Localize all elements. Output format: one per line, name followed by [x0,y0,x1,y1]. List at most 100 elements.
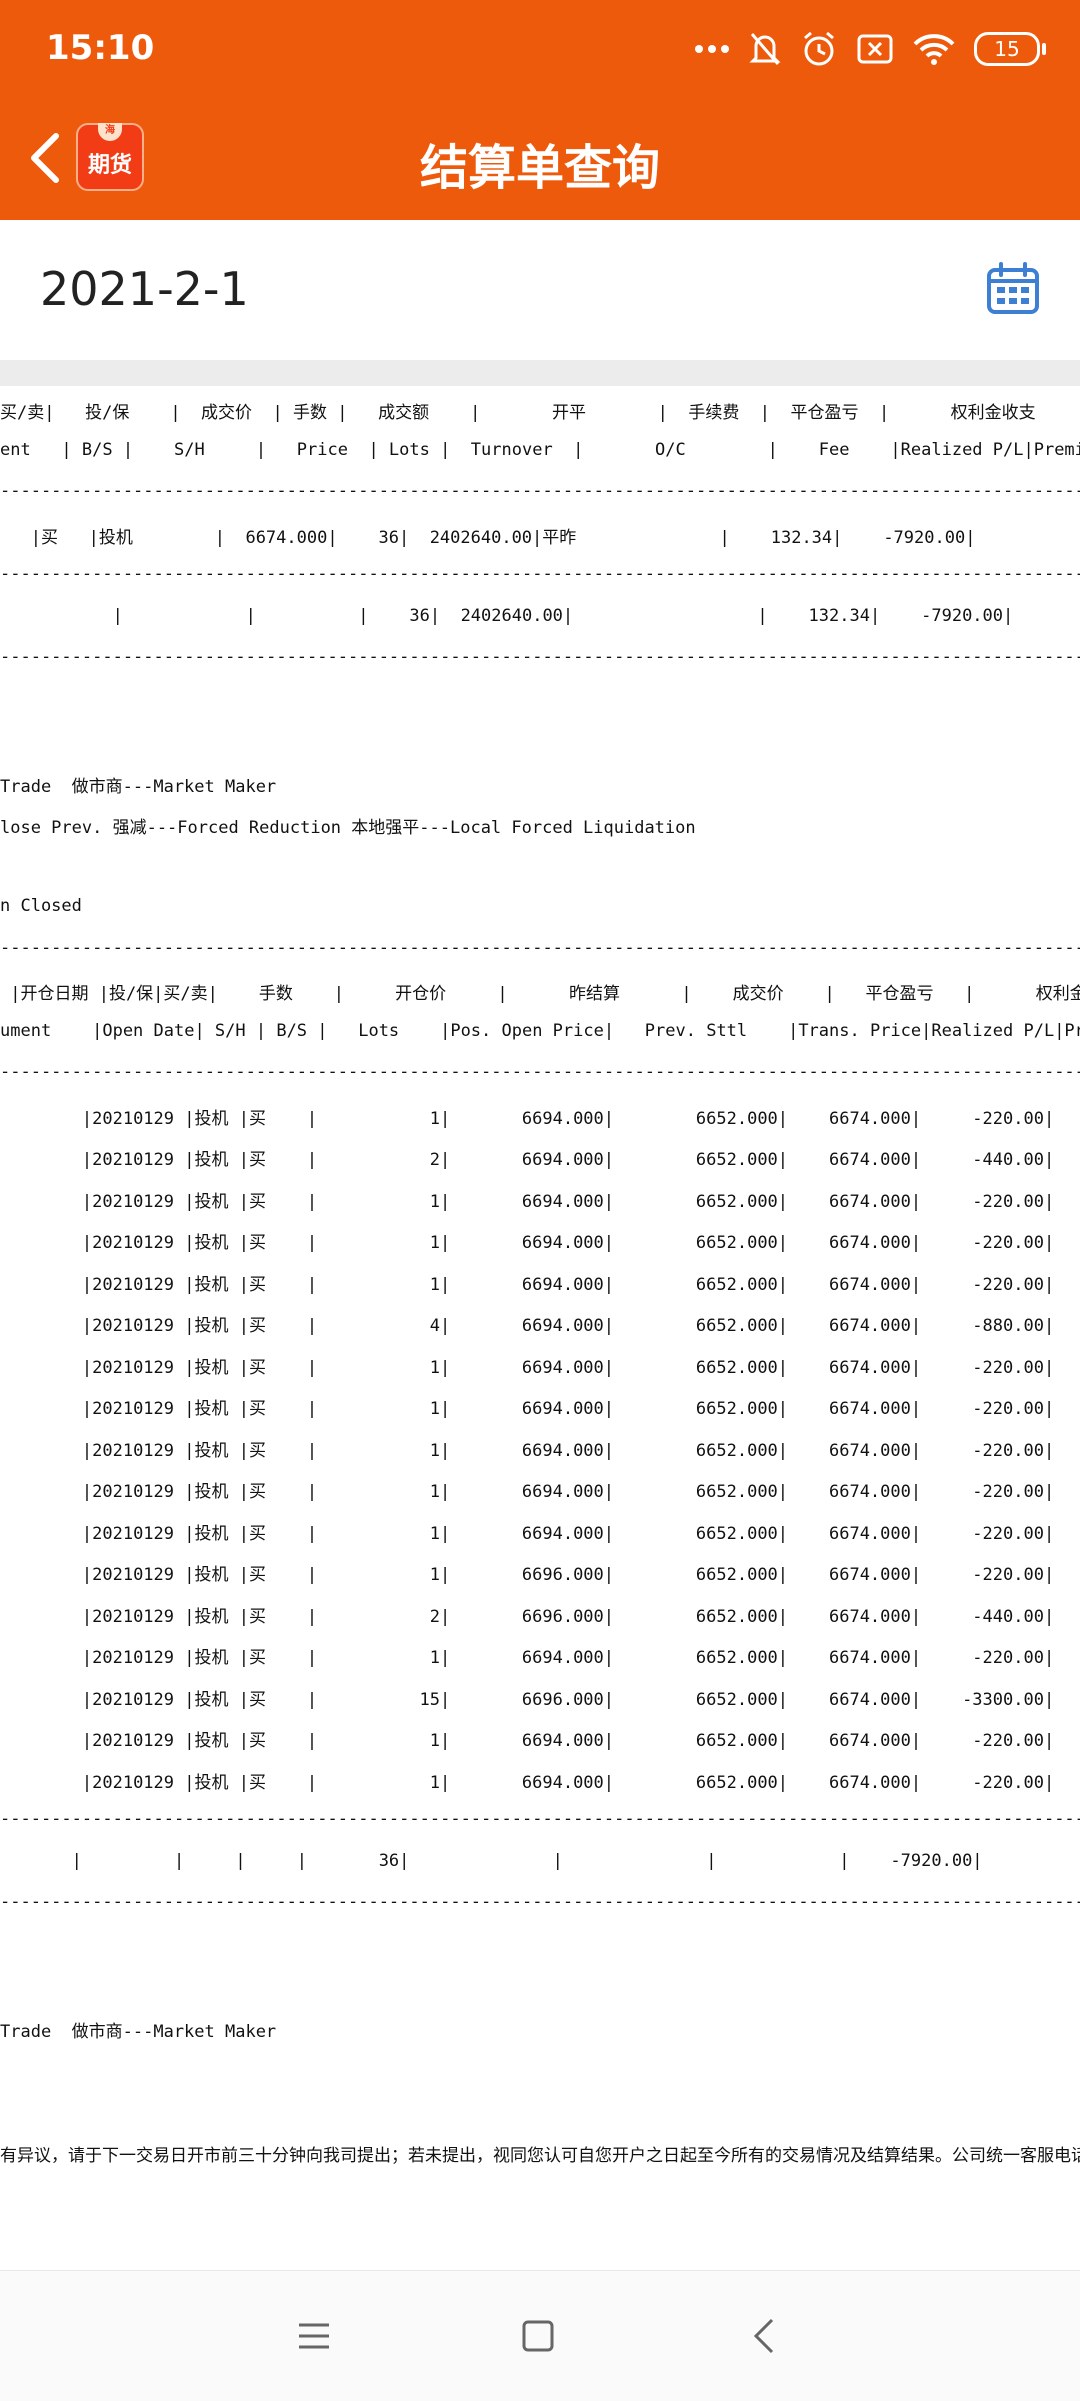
cell-separator: | [265,1192,318,1212]
cell-pl: -220.00 [921,1109,1044,1129]
cell-separator: | [440,1233,451,1253]
cell-separator: | [1043,1441,1055,1461]
cell-lots: 1 [317,1192,440,1212]
cell-trans: 6674.000 [788,1316,911,1336]
cell-open: 6694.000 [450,1399,604,1419]
cell-sh: 投机 [194,1150,229,1170]
separator-line: ----------------------------------------… [0,938,1080,958]
cell-separator: | [910,1233,922,1253]
page-title: 结算单查询 [419,140,660,196]
cell-separator: | [910,1192,922,1212]
cell-prev: 6652.000 [614,1482,778,1502]
cell-date: 20210129 [92,1648,175,1668]
cell-separator: | [1043,1150,1055,1170]
separator-line: ----------------------------------------… [0,564,1080,584]
cell-separator: | [174,1690,195,1710]
cell-trans: 6674.000 [788,1192,911,1212]
cell-bs: 买 [248,1648,266,1668]
cell-separator: | [265,1607,318,1627]
cell-bs: 买 [248,1358,266,1378]
cell-separator: | [777,1690,789,1710]
cell-separator: | [0,1607,93,1627]
cell-separator: | [265,1690,318,1710]
separator-line: ----------------------------------------… [0,1892,1080,1912]
table-row: |20210129 |投机 |买 | 1| 6696.000| 6652.000… [0,1560,1080,1585]
cell-separator: | [228,1607,249,1627]
cell-separator: | [910,1690,922,1710]
cell-prev: 6652.000 [614,1441,778,1461]
cell-lots: 1 [317,1358,440,1378]
cell-bs: 买 [248,1192,266,1212]
table-row: |20210129 |投机 |买 | 15| 6696.000| 6652.00… [0,1685,1080,1710]
cell-prev: 6652.000 [614,1233,778,1253]
cell-sh: 投机 [194,1399,229,1419]
cell-lots: 1 [317,1441,440,1461]
cell-separator: | [603,1109,615,1129]
cell-separator: | [777,1773,789,1793]
cell-separator: | [1043,1607,1055,1627]
cell-pl: -220.00 [921,1648,1044,1668]
cell-prev: 6652.000 [614,1731,778,1751]
cell-separator: | [777,1482,789,1502]
cell-separator: | [440,1731,451,1751]
statement-line: lose Prev. 强减---Forced Reduction 本地强平---… [0,818,696,838]
table-row: |20210129 |投机 |买 | 1| 6694.000| 6652.000… [0,1477,1080,1502]
cell-separator: | [0,1358,93,1378]
cell-separator: | [174,1565,195,1585]
cell-separator: | [440,1109,451,1129]
cell-trans: 6674.000 [788,1441,911,1461]
cell-separator: | [603,1233,615,1253]
cell-date: 20210129 [92,1773,175,1793]
cell-separator: | [1043,1275,1055,1295]
cell-separator: | [910,1607,922,1627]
cell-separator: | [440,1275,451,1295]
cell-separator: | [440,1358,451,1378]
cell-prev: 6652.000 [614,1275,778,1295]
cell-separator: | [0,1690,93,1710]
cell-separator: | [440,1482,451,1502]
cell-separator: | [603,1316,615,1336]
cell-separator: | [440,1524,451,1544]
cell-sh: 投机 [194,1192,229,1212]
menu-button[interactable] [290,2312,338,2360]
cell-separator: | [0,1648,93,1668]
cell-separator: | [174,1316,195,1336]
table-row: |20210129 |投机 |买 | 1| 6694.000| 6652.000… [0,1643,1080,1668]
cell-separator: | [910,1316,922,1336]
wifi-icon [912,32,956,66]
nav-back-button[interactable] [740,2312,788,2360]
cell-separator: | [1043,1648,1055,1668]
statement-line: ent | B/S | S/H | Price | Lots | Turnove… [0,440,1080,460]
cell-separator: | [777,1109,789,1129]
calendar-button[interactable] [986,262,1040,316]
cell-separator: | [174,1358,195,1378]
battery-icon: 15 [974,32,1046,66]
cell-separator: | [265,1316,318,1336]
cell-open: 6696.000 [450,1607,604,1627]
cell-date: 20210129 [92,1524,175,1544]
cell-date: 20210129 [92,1150,175,1170]
home-button[interactable] [514,2312,562,2360]
cell-date: 20210129 [92,1358,175,1378]
statement-line: | | | | 36| | | | -7920.00| [0,1851,983,1871]
separator-line: ----------------------------------------… [0,1809,1080,1829]
date-value[interactable]: 2021-2-1 [40,262,249,316]
cell-separator: | [228,1150,249,1170]
cell-separator: | [603,1358,615,1378]
cell-separator: | [910,1150,922,1170]
cell-separator: | [228,1565,249,1585]
cell-separator: | [910,1731,922,1751]
cell-separator: | [0,1316,93,1336]
cell-prev: 6652.000 [614,1192,778,1212]
cell-lots: 1 [317,1565,440,1585]
cell-pl: -440.00 [921,1607,1044,1627]
cell-separator: | [777,1358,789,1378]
statement-line: Trade 做市商---Market Maker [0,777,277,797]
cell-separator: | [603,1482,615,1502]
cell-date: 20210129 [92,1441,175,1461]
cell-separator: | [910,1648,922,1668]
cell-separator: | [777,1565,789,1585]
cell-sh: 投机 [194,1233,229,1253]
cell-trans: 6674.000 [788,1773,911,1793]
cell-pl: -220.00 [921,1482,1044,1502]
